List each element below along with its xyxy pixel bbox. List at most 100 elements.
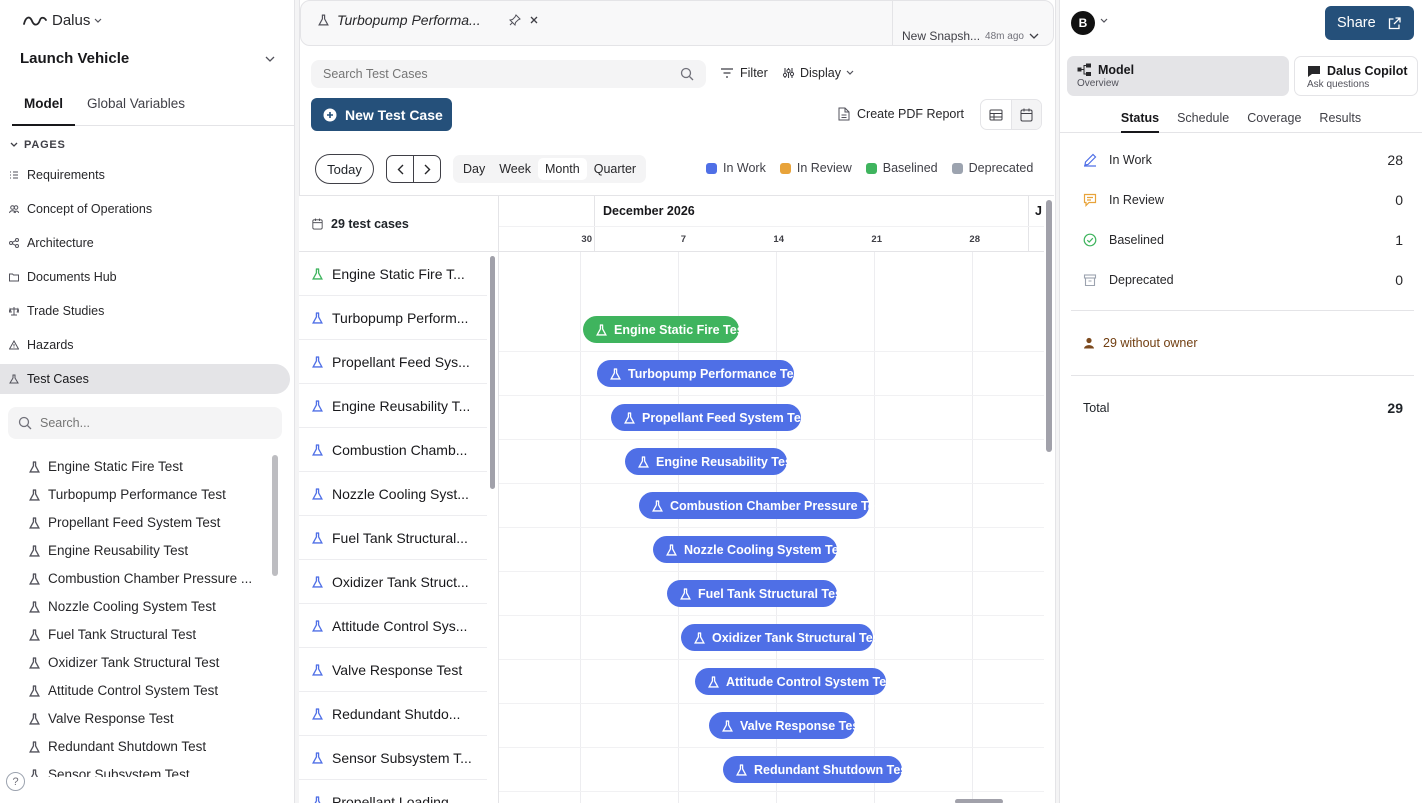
test-case-row[interactable]: Nozzle Cooling Syst... [299, 472, 487, 516]
sidebar-test-item[interactable]: Oxidizer Tank Structural Test [0, 648, 270, 676]
test-case-row[interactable]: Propellant Feed Sys... [299, 340, 487, 384]
tab-results[interactable]: Results [1319, 104, 1361, 133]
schedule-bar[interactable]: Engine Static Fire Test [583, 316, 748, 343]
test-case-row[interactable]: Turbopump Perform... [299, 296, 487, 340]
timeline-horizontal-scrollbar[interactable] [955, 799, 1003, 803]
stat-baselined[interactable]: Baselined 1 [1083, 230, 1403, 250]
share-button[interactable]: Share [1325, 6, 1414, 40]
pages-section-toggle[interactable]: PAGES [10, 139, 66, 151]
pin-icon[interactable] [509, 14, 521, 26]
sidebar-item-requirements[interactable]: Requirements [0, 160, 290, 190]
sidebar-scrollbar[interactable] [272, 455, 278, 576]
sidebar-test-item[interactable]: Fuel Tank Structural Test [0, 620, 270, 648]
schedule-bar[interactable]: Valve Response Test [709, 712, 863, 739]
test-case-row[interactable]: Attitude Control Sys... [299, 604, 487, 648]
sidebar-test-item[interactable]: Engine Reusability Test [0, 536, 270, 564]
sidebar-test-item[interactable]: Sensor Subsystem Test [0, 760, 270, 777]
schedule-bar[interactable]: Attitude Control System Test [695, 668, 897, 695]
schedule-bar[interactable]: Oxidizer Tank Structural Test [681, 624, 884, 651]
today-button[interactable]: Today [315, 154, 374, 184]
tab-coverage[interactable]: Coverage [1247, 104, 1301, 133]
sidebar-item-trade-studies[interactable]: Trade Studies [0, 296, 290, 326]
sidebar-test-item[interactable]: Engine Static Fire Test [0, 452, 270, 480]
schedule-bar[interactable]: Redundant Shutdown Test [723, 756, 911, 783]
sidebar-item-test-cases[interactable]: Test Cases [0, 364, 290, 394]
sidebar-search-input[interactable] [40, 416, 260, 430]
mode-model-overview[interactable]: Model Overview [1067, 56, 1289, 96]
schedule-bar[interactable]: Nozzle Cooling System Test [653, 536, 850, 563]
calendar-view-button[interactable] [1011, 100, 1041, 129]
schedule-bar[interactable]: Engine Reusability Test [625, 448, 796, 475]
chevron-down-icon [10, 142, 18, 148]
schedule-bar-label: Valve Response Test [740, 718, 864, 733]
tab-schedule[interactable]: Schedule [1177, 104, 1229, 133]
next-period-button[interactable] [413, 156, 440, 182]
help-button[interactable]: ? [6, 772, 25, 791]
mode-dalus-copilot[interactable]: Dalus Copilot Ask questions [1294, 56, 1418, 96]
stat-deprecated[interactable]: Deprecated 0 [1083, 270, 1403, 290]
tab-model[interactable]: Model [12, 90, 75, 126]
sidebar-test-item[interactable]: Redundant Shutdown Test [0, 732, 270, 760]
total-value: 29 [1387, 400, 1403, 416]
test-case-row[interactable]: Fuel Tank Structural... [299, 516, 487, 560]
sidebar-test-item[interactable]: Valve Response Test [0, 704, 270, 732]
create-pdf-report-button[interactable]: Create PDF Report [838, 107, 964, 121]
sidebar-item-label: Architecture [27, 236, 94, 250]
test-case-row[interactable]: Redundant Shutdo... [299, 692, 487, 736]
test-case-row[interactable]: Propellant Loading ... [299, 780, 487, 803]
schedule-bar[interactable]: Propellant Feed System Test [611, 404, 812, 431]
sidebar-item-documents-hub[interactable]: Documents Hub [0, 262, 290, 292]
tab-status[interactable]: Status [1120, 104, 1160, 133]
brand-switcher[interactable]: Dalus [22, 12, 102, 29]
sidebar-test-item[interactable]: Attitude Control System Test [0, 676, 270, 704]
test-case-row[interactable]: Valve Response Test [299, 648, 487, 692]
table-view-button[interactable] [981, 100, 1011, 129]
close-icon[interactable] [529, 15, 539, 25]
test-case-row[interactable]: Engine Reusability T... [299, 384, 487, 428]
document-tab[interactable]: Turbopump Performa... [318, 12, 539, 28]
stat-in-review[interactable]: In Review 0 [1083, 190, 1403, 210]
range-day[interactable]: Day [456, 158, 492, 180]
chevron-down-icon[interactable] [1100, 18, 1108, 24]
sidebar-test-item[interactable]: Nozzle Cooling System Test [0, 592, 270, 620]
sidebar-item-architecture[interactable]: Architecture [0, 228, 290, 258]
unowned-count[interactable]: 29 without owner [1083, 336, 1198, 350]
test-case-search-input[interactable] [323, 67, 653, 81]
schedule-bar[interactable]: Turbopump Performance Test [597, 360, 805, 387]
user-avatar[interactable]: B [1071, 11, 1095, 35]
flask-icon [29, 628, 40, 641]
timeline-vertical-scrollbar[interactable] [1046, 200, 1052, 452]
sidebar-test-label: Propellant Feed System Test [48, 514, 221, 530]
sidebar-search[interactable] [8, 407, 282, 439]
project-selector[interactable]: Launch Vehicle [20, 50, 275, 67]
list-scrollbar[interactable] [490, 256, 495, 489]
new-test-case-button[interactable]: New Test Case [311, 98, 452, 131]
sidebar-test-item[interactable]: Propellant Feed System Test [0, 508, 270, 536]
legend-swatch [706, 162, 717, 174]
display-button[interactable]: Display [782, 66, 854, 80]
snapshot-selector[interactable]: New Snapsh... 48m ago [892, 0, 1039, 46]
filter-button[interactable]: Filter [720, 66, 768, 80]
test-case-row[interactable]: Combustion Chamb... [299, 428, 487, 472]
flask-icon [29, 488, 40, 501]
test-case-search[interactable] [311, 60, 706, 88]
test-case-row[interactable]: Engine Static Fire T... [299, 252, 487, 296]
legend-label: In Work [723, 161, 766, 175]
test-case-row[interactable]: Sensor Subsystem T... [299, 736, 487, 780]
schedule-bar[interactable]: Fuel Tank Structural Test [667, 580, 846, 607]
sidebar-item-hazards[interactable]: Hazards [0, 330, 290, 360]
range-month[interactable]: Month [537, 158, 587, 180]
range-quarter[interactable]: Quarter [587, 158, 643, 180]
schedule-bar[interactable]: Combustion Chamber Pressure Test [639, 492, 886, 519]
sidebar-test-item[interactable]: Turbopump Performance Test [0, 480, 270, 508]
range-week[interactable]: Week [492, 158, 538, 180]
day-label: 21 [871, 234, 882, 245]
previous-period-button[interactable] [387, 156, 413, 182]
sidebar-test-item[interactable]: Combustion Chamber Pressure ... [0, 564, 270, 592]
mode-subtitle: Overview [1077, 78, 1119, 89]
sidebar-item-concept-of-operations[interactable]: Concept of Operations [0, 194, 290, 224]
tab-global-variables[interactable]: Global Variables [75, 90, 197, 126]
stat-in-work[interactable]: In Work 28 [1083, 150, 1403, 170]
calendar-icon [1020, 108, 1033, 122]
test-case-row[interactable]: Oxidizer Tank Struct... [299, 560, 487, 604]
